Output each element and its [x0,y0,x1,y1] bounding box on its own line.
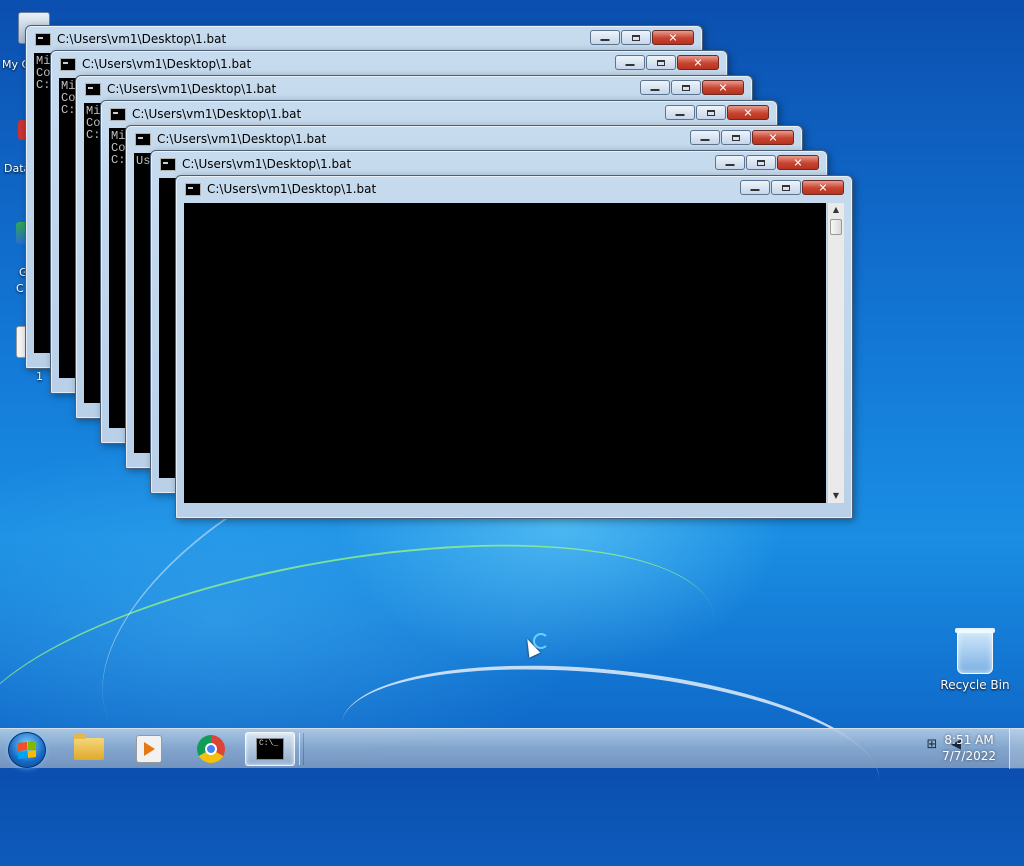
taskbar-media-player-button[interactable] [124,732,174,766]
maximize-icon [707,109,715,116]
console-output[interactable] [184,203,826,503]
maximize-icon [632,34,640,41]
desktop-icon-label: Recycle Bin [940,678,1010,692]
close-icon: ✕ [743,106,753,119]
cmd-icon [35,32,51,46]
maximize-icon [732,134,740,141]
scroll-up-icon[interactable]: ▲ [828,203,844,217]
maximize-button[interactable] [646,55,676,70]
close-button[interactable]: ✕ [702,80,744,95]
desktop-icon-recycle-bin[interactable]: Recycle Bin [940,628,1010,692]
maximize-icon [782,184,790,191]
minimize-icon [625,64,635,66]
minimize-button[interactable] [615,55,645,70]
vertical-scrollbar[interactable]: ▲ ▼ [827,203,844,503]
close-icon: ✕ [768,131,778,144]
close-button[interactable]: ✕ [777,155,819,170]
minimize-icon [700,139,710,141]
network-icon[interactable]: ⊞ [924,737,940,753]
folder-icon [74,734,104,760]
window-title: C:\Users\vm1\Desktop\1.bat [207,182,377,196]
clock-time: 8:51 AM [944,733,994,747]
cmd-icon [160,157,176,171]
console-window[interactable]: C:\Users\vm1\Desktop\1.bat ✕ ▲ ▼ [175,175,853,519]
start-button[interactable] [8,732,46,768]
close-button[interactable]: ✕ [727,105,769,120]
taskbar-separator [299,733,304,765]
recycle-bin-icon [955,628,995,674]
minimize-button[interactable] [740,180,770,195]
busy-spinner-icon [533,633,549,649]
clock-date: 7/7/2022 [942,749,996,763]
minimize-button[interactable] [715,155,745,170]
close-icon: ✕ [668,31,678,44]
cmd-icon [85,82,101,96]
window-controls: ✕ [665,105,769,120]
desktop-icon-label: 1 [36,370,43,383]
close-icon: ✕ [818,181,828,194]
cmd-icon [110,107,126,121]
close-button[interactable]: ✕ [652,30,694,45]
window-title: C:\Users\vm1\Desktop\1.bat [107,82,277,96]
minimize-button[interactable] [690,130,720,145]
clock[interactable]: 8:51 AM 7/7/2022 [942,732,996,764]
maximize-button[interactable] [746,155,776,170]
scroll-down-icon[interactable]: ▼ [828,489,844,503]
window-controls: ✕ [590,30,694,45]
minimize-button[interactable] [590,30,620,45]
cmd-icon: C:\_ [256,738,284,760]
window-controls: ✕ [740,180,844,195]
maximize-button[interactable] [771,180,801,195]
maximize-icon [757,159,765,166]
taskbar-chrome-button[interactable] [186,732,236,766]
taskbar-cmd-button[interactable]: C:\_ [245,732,295,766]
minimize-icon [725,164,735,166]
minimize-icon [600,39,610,41]
desktop-icon-label: C [16,282,24,295]
close-button[interactable]: ✕ [802,180,844,195]
maximize-icon [657,59,665,66]
maximize-button[interactable] [696,105,726,120]
window-controls: ✕ [715,155,819,170]
show-desktop-button[interactable] [1009,729,1024,769]
cmd-icon [60,57,76,71]
close-icon: ✕ [793,156,803,169]
taskbar: C:\_ ⊞ ◀ 8:51 AM 7/7/2022 [0,728,1024,769]
minimize-button[interactable] [665,105,695,120]
window-title: C:\Users\vm1\Desktop\1.bat [57,32,227,46]
taskbar-explorer-button[interactable] [64,732,114,766]
window-controls: ✕ [690,130,794,145]
minimize-button[interactable] [640,80,670,95]
window-controls: ✕ [615,55,719,70]
windows-logo-icon [18,741,36,759]
maximize-icon [682,84,690,91]
close-icon: ✕ [718,81,728,94]
cmd-icon [135,132,151,146]
chrome-icon [197,735,225,763]
close-button[interactable]: ✕ [752,130,794,145]
maximize-button[interactable] [671,80,701,95]
window-title: C:\Users\vm1\Desktop\1.bat [82,57,252,71]
wallpaper-swoosh [0,495,736,866]
maximize-button[interactable] [621,30,651,45]
minimize-icon [750,189,760,191]
minimize-icon [675,114,685,116]
minimize-icon [650,89,660,91]
window-title: C:\Users\vm1\Desktop\1.bat [157,132,327,146]
maximize-button[interactable] [721,130,751,145]
close-icon: ✕ [693,56,703,69]
cmd-icon [185,182,201,196]
scroll-thumb[interactable] [830,219,842,235]
media-player-icon [136,735,162,763]
window-controls: ✕ [640,80,744,95]
window-title: C:\Users\vm1\Desktop\1.bat [132,107,302,121]
window-title: C:\Users\vm1\Desktop\1.bat [182,157,352,171]
close-button[interactable]: ✕ [677,55,719,70]
